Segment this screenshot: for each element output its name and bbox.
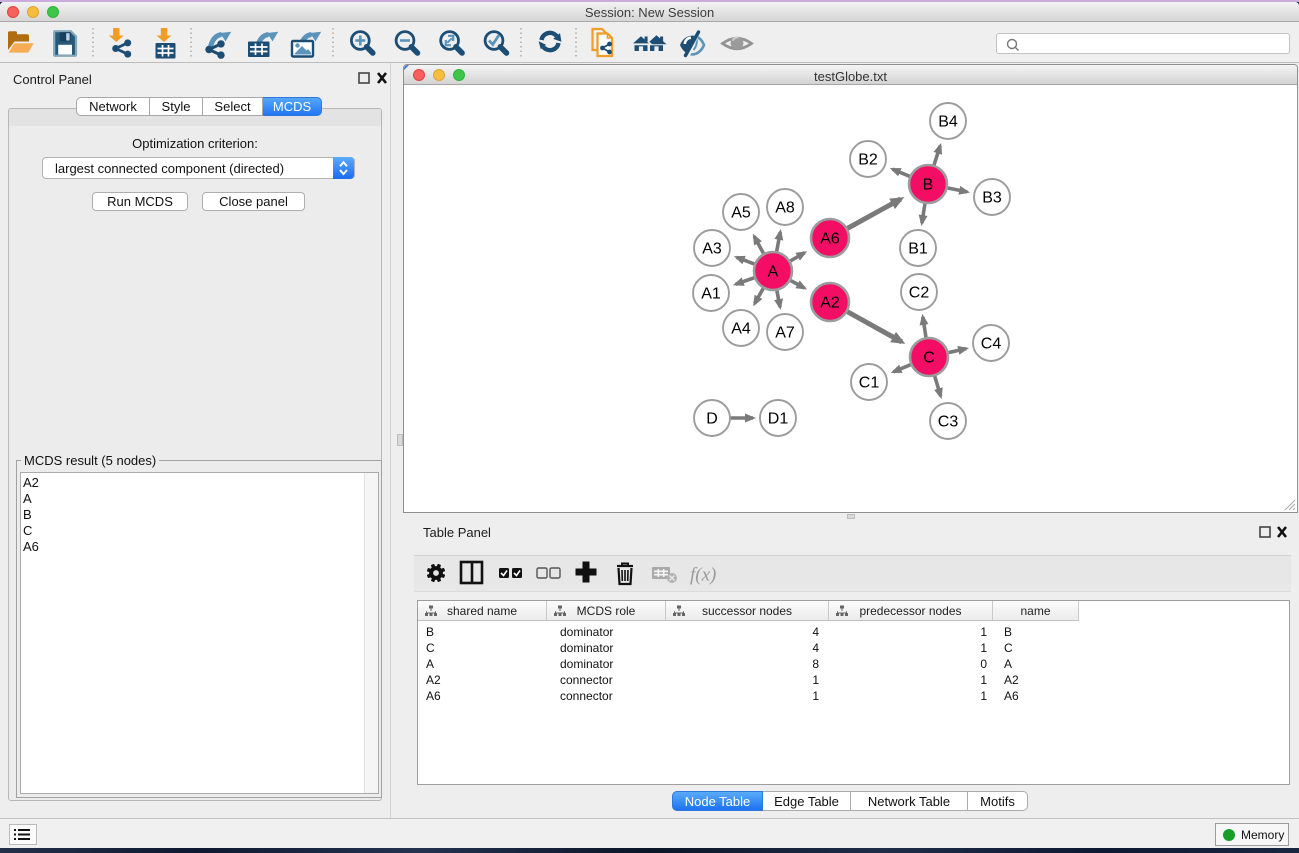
svg-text:A4: A4 [731,321,751,338]
svg-text:A5: A5 [731,205,751,222]
svg-text:C: C [923,350,935,367]
svg-text:A: A [768,264,779,281]
svg-text:C4: C4 [981,336,1002,353]
svg-text:A3: A3 [702,241,722,258]
svg-text:D1: D1 [768,411,789,428]
svg-text:C3: C3 [938,414,959,431]
svg-text:A2: A2 [820,295,840,312]
svg-text:B: B [923,177,934,194]
svg-text:A6: A6 [820,231,840,248]
svg-text:B3: B3 [982,190,1002,207]
svg-text:C1: C1 [859,375,880,392]
svg-text:C2: C2 [909,285,930,302]
svg-text:B1: B1 [908,241,928,258]
svg-text:A7: A7 [775,325,795,342]
svg-text:A1: A1 [701,286,721,303]
svg-text:B2: B2 [858,152,878,169]
svg-text:f(x): f(x) [690,565,716,586]
svg-text:B4: B4 [938,114,958,131]
svg-text:A8: A8 [775,200,795,217]
svg-text:D: D [706,411,718,428]
